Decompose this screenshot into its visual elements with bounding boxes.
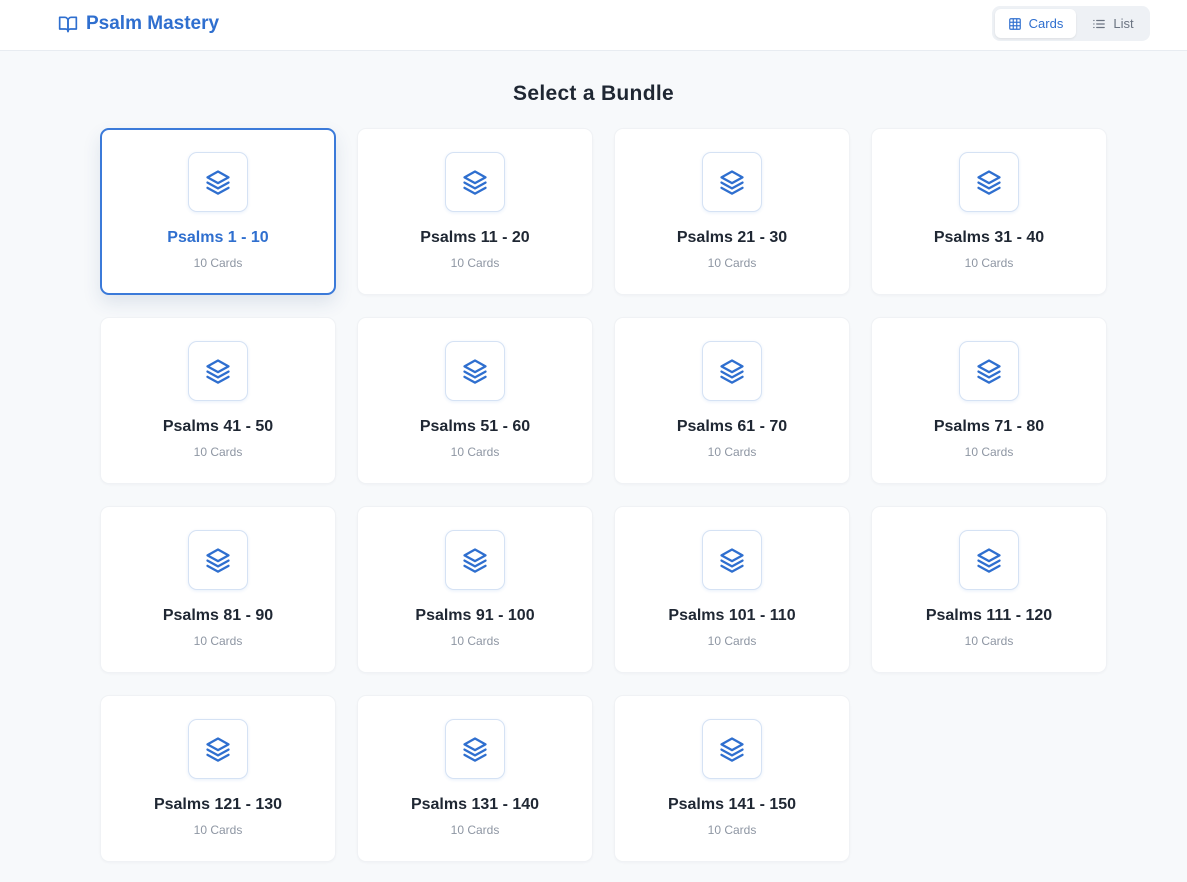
bundle-card[interactable]: Psalms 41 - 50 10 Cards bbox=[100, 317, 336, 484]
bundle-icon-box bbox=[445, 152, 505, 212]
list-view-label: List bbox=[1113, 16, 1134, 31]
layers-icon bbox=[977, 170, 1001, 195]
bundle-card[interactable]: Psalms 131 - 140 10 Cards bbox=[357, 695, 593, 862]
layers-icon bbox=[463, 359, 487, 384]
layers-icon bbox=[720, 359, 744, 384]
layers-icon bbox=[977, 548, 1001, 573]
layers-icon bbox=[206, 548, 230, 573]
bundle-icon-box bbox=[959, 152, 1019, 212]
bundle-card-count: 10 Cards bbox=[964, 634, 1014, 648]
bundle-icon-box bbox=[959, 530, 1019, 590]
bundle-title: Psalms 81 - 90 bbox=[162, 607, 274, 624]
bundle-icon-box bbox=[188, 152, 248, 212]
bundle-card[interactable]: Psalms 51 - 60 10 Cards bbox=[357, 317, 593, 484]
bundle-title: Psalms 51 - 60 bbox=[419, 418, 531, 435]
bundle-card[interactable]: Psalms 91 - 100 10 Cards bbox=[357, 506, 593, 673]
grid-icon bbox=[1008, 17, 1021, 30]
cards-view-button[interactable]: Cards bbox=[995, 9, 1076, 38]
layers-icon bbox=[720, 170, 744, 195]
layers-icon bbox=[977, 359, 1001, 384]
bundle-card-count: 10 Cards bbox=[193, 823, 243, 837]
bundle-icon-box bbox=[188, 719, 248, 779]
bundle-icon-box bbox=[445, 719, 505, 779]
layers-icon bbox=[206, 737, 230, 762]
bundle-title: Psalms 131 - 140 bbox=[410, 796, 540, 813]
bundle-card[interactable]: Psalms 11 - 20 10 Cards bbox=[357, 128, 593, 295]
bundle-card[interactable]: Psalms 81 - 90 10 Cards bbox=[100, 506, 336, 673]
bundle-title: Psalms 121 - 130 bbox=[153, 796, 283, 813]
bundle-card-count: 10 Cards bbox=[450, 256, 500, 270]
bundle-icon-box bbox=[702, 719, 762, 779]
bundle-card[interactable]: Psalms 111 - 120 10 Cards bbox=[871, 506, 1107, 673]
page-heading: Select a Bundle bbox=[513, 82, 674, 105]
bundle-title: Psalms 61 - 70 bbox=[676, 418, 788, 435]
open-book-icon bbox=[58, 16, 78, 33]
bundle-title: Psalms 141 - 150 bbox=[667, 796, 797, 813]
bundle-title: Psalms 31 - 40 bbox=[933, 229, 1045, 246]
layers-icon bbox=[463, 737, 487, 762]
bundle-card-count: 10 Cards bbox=[450, 445, 500, 459]
bundle-icon-box bbox=[959, 341, 1019, 401]
bundle-icon-box bbox=[702, 152, 762, 212]
bundle-title: Psalms 91 - 100 bbox=[415, 607, 535, 624]
bundle-title: Psalms 41 - 50 bbox=[162, 418, 274, 435]
layers-icon bbox=[206, 359, 230, 384]
bundle-card-count: 10 Cards bbox=[707, 256, 757, 270]
bundle-card[interactable]: Psalms 21 - 30 10 Cards bbox=[614, 128, 850, 295]
top-bar: Psalm Mastery Cards List bbox=[0, 0, 1187, 51]
bundle-icon-box bbox=[188, 530, 248, 590]
bundle-card-count: 10 Cards bbox=[193, 445, 243, 459]
bundle-title: Psalms 21 - 30 bbox=[676, 229, 788, 246]
view-toggle: Cards List bbox=[992, 6, 1150, 41]
bundle-card[interactable]: Psalms 71 - 80 10 Cards bbox=[871, 317, 1107, 484]
bundle-title: Psalms 71 - 80 bbox=[933, 418, 1045, 435]
layers-icon bbox=[720, 548, 744, 573]
bundle-card[interactable]: Psalms 1 - 10 10 Cards bbox=[100, 128, 336, 295]
bundle-card-count: 10 Cards bbox=[450, 634, 500, 648]
bundle-icon-box bbox=[445, 530, 505, 590]
cards-view-label: Cards bbox=[1028, 16, 1064, 31]
bundle-icon-box bbox=[188, 341, 248, 401]
bundle-title: Psalms 11 - 20 bbox=[420, 229, 530, 246]
bundle-title: Psalms 111 - 120 bbox=[925, 607, 1053, 624]
app-title: Psalm Mastery bbox=[86, 13, 220, 34]
bundle-title: Psalms 1 - 10 bbox=[167, 229, 269, 246]
app-brand[interactable]: Psalm Mastery bbox=[58, 12, 219, 36]
list-view-button[interactable]: List bbox=[1080, 9, 1146, 38]
layers-icon bbox=[463, 170, 487, 195]
bundle-grid: Psalms 1 - 10 10 Cards Psalms 11 - 20 10… bbox=[100, 128, 1107, 862]
bundle-card[interactable]: Psalms 121 - 130 10 Cards bbox=[100, 695, 336, 862]
bundle-icon-box bbox=[702, 530, 762, 590]
bundle-icon-box bbox=[702, 341, 762, 401]
bundle-card-count: 10 Cards bbox=[964, 256, 1014, 270]
layers-icon bbox=[463, 548, 487, 573]
bundle-card[interactable]: Psalms 31 - 40 10 Cards bbox=[871, 128, 1107, 295]
bundle-card-count: 10 Cards bbox=[193, 256, 243, 270]
bundle-card-count: 10 Cards bbox=[707, 445, 757, 459]
bundle-card[interactable]: Psalms 101 - 110 10 Cards bbox=[614, 506, 850, 673]
bundle-card-count: 10 Cards bbox=[450, 823, 500, 837]
list-icon bbox=[1093, 19, 1106, 28]
layers-icon bbox=[206, 170, 230, 195]
bundle-card-count: 10 Cards bbox=[964, 445, 1014, 459]
bundle-card-count: 10 Cards bbox=[707, 634, 757, 648]
bundle-title: Psalms 101 - 110 bbox=[668, 607, 796, 624]
bundle-card[interactable]: Psalms 61 - 70 10 Cards bbox=[614, 317, 850, 484]
bundle-card-count: 10 Cards bbox=[707, 823, 757, 837]
bundle-card[interactable]: Psalms 141 - 150 10 Cards bbox=[614, 695, 850, 862]
bundle-card-count: 10 Cards bbox=[193, 634, 243, 648]
layers-icon bbox=[720, 737, 744, 762]
bundle-icon-box bbox=[445, 341, 505, 401]
